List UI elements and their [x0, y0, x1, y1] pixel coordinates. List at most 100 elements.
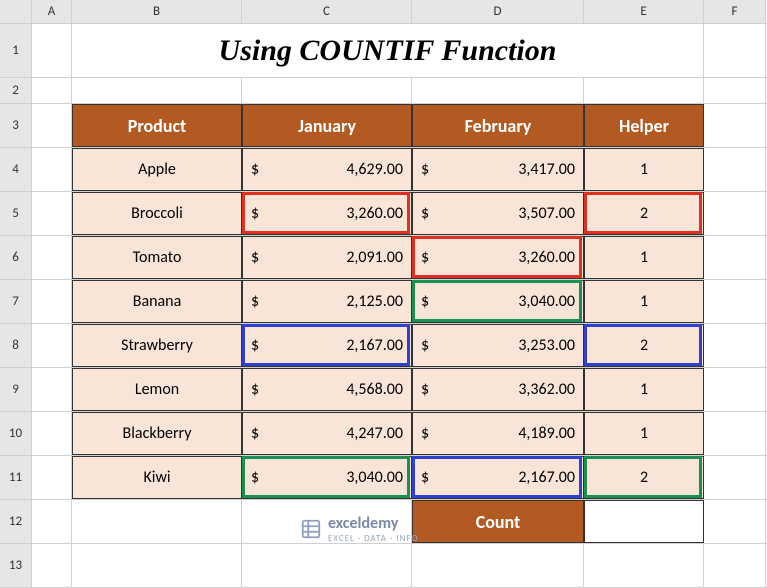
cell-B12[interactable]	[72, 500, 242, 543]
cell-C2[interactable]	[242, 78, 412, 103]
feb-cell[interactable]: $3,507.00	[412, 192, 584, 235]
cell-F7[interactable]	[704, 280, 766, 323]
currency-symbol: $	[419, 204, 429, 223]
jan-cell[interactable]: $3,260.00	[242, 192, 412, 235]
product-cell[interactable]: Strawberry	[72, 324, 242, 367]
cell-A4[interactable]	[32, 148, 72, 191]
cell-A12[interactable]	[32, 500, 72, 543]
cell-F4[interactable]	[704, 148, 766, 191]
row-header-8[interactable]: 8	[0, 324, 32, 367]
row-header-1[interactable]: 1	[0, 24, 32, 77]
cell-A7[interactable]	[32, 280, 72, 323]
helper-cell[interactable]: 2	[584, 456, 704, 499]
cell-E13[interactable]	[584, 544, 704, 587]
jan-cell[interactable]: $2,125.00	[242, 280, 412, 323]
row-header-2[interactable]: 2	[0, 78, 32, 103]
select-all-corner[interactable]	[0, 0, 32, 23]
jan-cell[interactable]: $2,167.00	[242, 324, 412, 367]
jan-cell[interactable]: $4,247.00	[242, 412, 412, 455]
cell-F5[interactable]	[704, 192, 766, 235]
row-header-11[interactable]: 11	[0, 456, 32, 499]
col-header-A[interactable]: A	[32, 0, 72, 23]
cell-A10[interactable]	[32, 412, 72, 455]
feb-cell[interactable]: $3,362.00	[412, 368, 584, 411]
product-cell[interactable]: Banana	[72, 280, 242, 323]
col-header-F[interactable]: F	[704, 0, 766, 23]
cell-E2[interactable]	[584, 78, 704, 103]
table-header-helper[interactable]: Helper	[584, 104, 704, 147]
cell-F13[interactable]	[704, 544, 766, 587]
table-row: 11 Kiwi $3,040.00 $2,167.00 2	[0, 456, 767, 500]
product-cell[interactable]: Tomato	[72, 236, 242, 279]
cell-F11[interactable]	[704, 456, 766, 499]
currency-symbol: $	[249, 248, 259, 267]
cell-F3[interactable]	[704, 104, 766, 147]
table-header-february[interactable]: February	[412, 104, 584, 147]
cell-A13[interactable]	[32, 544, 72, 587]
cell-F12[interactable]	[704, 500, 766, 543]
product-cell[interactable]: Apple	[72, 148, 242, 191]
cell-A8[interactable]	[32, 324, 72, 367]
jan-cell[interactable]: $4,629.00	[242, 148, 412, 191]
cell-B13[interactable]	[72, 544, 242, 587]
currency-symbol: $	[419, 336, 429, 355]
cell-A2[interactable]	[32, 78, 72, 103]
table-header-january[interactable]: January	[242, 104, 412, 147]
product-cell[interactable]: Broccoli	[72, 192, 242, 235]
row-header-5[interactable]: 5	[0, 192, 32, 235]
cell-D13[interactable]	[412, 544, 584, 587]
row-header-4[interactable]: 4	[0, 148, 32, 191]
cell-A11[interactable]	[32, 456, 72, 499]
col-header-B[interactable]: B	[72, 0, 242, 23]
feb-cell[interactable]: $3,260.00	[412, 236, 584, 279]
col-header-E[interactable]: E	[584, 0, 704, 23]
cell-F8[interactable]	[704, 324, 766, 367]
feb-cell[interactable]: $3,253.00	[412, 324, 584, 367]
cell-C13[interactable]	[242, 544, 412, 587]
cell-F9[interactable]	[704, 368, 766, 411]
row-2: 2	[0, 78, 767, 104]
feb-cell[interactable]: $3,040.00	[412, 280, 584, 323]
helper-cell[interactable]: 1	[584, 368, 704, 411]
cell-F10[interactable]	[704, 412, 766, 455]
table-header-product[interactable]: Product	[72, 104, 242, 147]
row-header-12[interactable]: 12	[0, 500, 32, 543]
cell-D2[interactable]	[412, 78, 584, 103]
product-cell[interactable]: Kiwi	[72, 456, 242, 499]
row-header-10[interactable]: 10	[0, 412, 32, 455]
helper-cell[interactable]: 1	[584, 236, 704, 279]
cell-F6[interactable]	[704, 236, 766, 279]
page-title[interactable]: Using COUNTIF Function	[72, 24, 704, 77]
cell-A3[interactable]	[32, 104, 72, 147]
cell-B2[interactable]	[72, 78, 242, 103]
cell-A6[interactable]	[32, 236, 72, 279]
cell-F2[interactable]	[704, 78, 766, 103]
currency-symbol: $	[419, 292, 429, 311]
helper-cell[interactable]: 2	[584, 324, 704, 367]
jan-cell[interactable]: $3,040.00	[242, 456, 412, 499]
feb-cell[interactable]: $4,189.00	[412, 412, 584, 455]
cell-A9[interactable]	[32, 368, 72, 411]
col-header-D[interactable]: D	[412, 0, 584, 23]
row-header-6[interactable]: 6	[0, 236, 32, 279]
helper-cell[interactable]: 1	[584, 148, 704, 191]
row-header-13[interactable]: 13	[0, 544, 32, 587]
helper-cell[interactable]: 1	[584, 280, 704, 323]
count-value-cell[interactable]	[584, 500, 704, 543]
feb-cell[interactable]: $3,417.00	[412, 148, 584, 191]
helper-cell[interactable]: 1	[584, 412, 704, 455]
helper-cell[interactable]: 2	[584, 192, 704, 235]
cell-F1[interactable]	[704, 24, 766, 77]
row-header-7[interactable]: 7	[0, 280, 32, 323]
cell-A5[interactable]	[32, 192, 72, 235]
product-cell[interactable]: Lemon	[72, 368, 242, 411]
count-label[interactable]: Count	[412, 500, 584, 543]
jan-cell[interactable]: $2,091.00	[242, 236, 412, 279]
product-cell[interactable]: Blackberry	[72, 412, 242, 455]
col-header-C[interactable]: C	[242, 0, 412, 23]
cell-A1[interactable]	[32, 24, 72, 77]
row-header-3[interactable]: 3	[0, 104, 32, 147]
jan-cell[interactable]: $4,568.00	[242, 368, 412, 411]
row-header-9[interactable]: 9	[0, 368, 32, 411]
feb-cell[interactable]: $2,167.00	[412, 456, 584, 499]
